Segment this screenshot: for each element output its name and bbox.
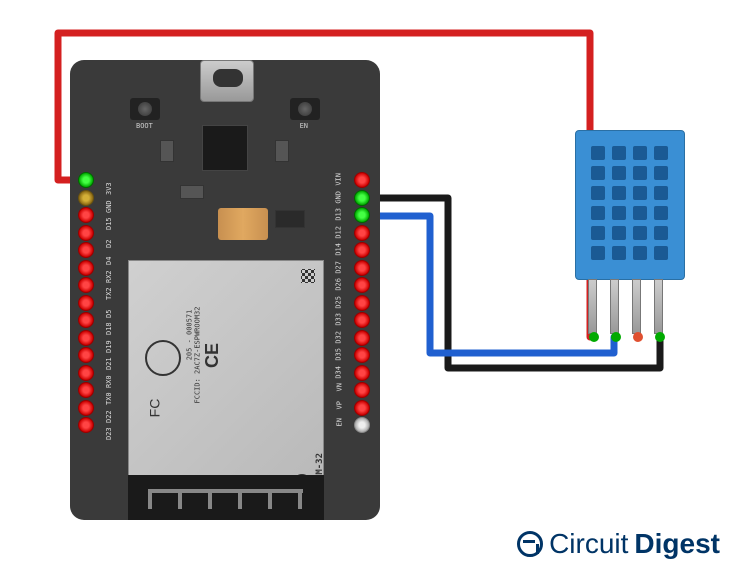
pin-rx0: RX0 <box>78 365 94 381</box>
qr-icon <box>301 269 315 283</box>
pin-vin: VIN <box>354 172 370 188</box>
wiring-diagram: BOOT EN 3V3 GND D15 D2 D4 RX2 TX2 D5 D18… <box>0 0 750 580</box>
dht-pin-data <box>610 279 619 334</box>
watermark: CircuitDigest <box>517 528 720 560</box>
boot-button <box>130 98 160 120</box>
watermark-text-1: Circuit <box>549 528 628 560</box>
pin-en-r: EN <box>354 417 370 433</box>
component <box>275 140 289 162</box>
pin-d23: D23 <box>78 417 94 433</box>
dht-pin-nc <box>632 279 641 334</box>
pin-d33: D33 <box>354 312 370 328</box>
pin-gnd-r: GND <box>354 190 370 206</box>
dht-pin-gnd <box>654 279 663 334</box>
pin-d2: D2 <box>78 225 94 241</box>
watermark-logo-icon <box>517 531 543 557</box>
regulator <box>275 210 305 228</box>
pin-vn: VN <box>354 382 370 398</box>
pin-d12: D12 <box>354 225 370 241</box>
pin-rx2: RX2 <box>78 260 94 276</box>
en-label: EN <box>300 122 308 130</box>
pin-d25: D25 <box>354 295 370 311</box>
watermark-text-2: Digest <box>634 528 720 560</box>
pin-d5: D5 <box>78 295 94 311</box>
fc-mark: FC <box>146 399 162 418</box>
pin-d14: D14 <box>354 242 370 258</box>
dht11-sensor <box>575 130 685 280</box>
pin-gnd-l: GND <box>78 190 94 206</box>
pin-tx2: TX2 <box>78 277 94 293</box>
en-button <box>290 98 320 120</box>
pin-tx0: TX0 <box>78 382 94 398</box>
pin-d18: D18 <box>78 312 94 328</box>
dht-vent-grid <box>591 146 669 260</box>
pin-d32: D32 <box>354 330 370 346</box>
pin-d22: D22 <box>78 400 94 416</box>
esp-wroom-module: ESP-WROOM-32 FCCID: 2AC7Z-ESPWROOM32 205… <box>128 260 324 505</box>
component <box>160 140 174 162</box>
left-pin-header: 3V3 GND D15 D2 D4 RX2 TX2 D5 D18 D19 D21… <box>78 172 96 435</box>
capacitor <box>218 208 268 240</box>
component <box>180 185 204 199</box>
pin-d21: D21 <box>78 347 94 363</box>
dht-pins <box>588 279 663 334</box>
boot-label: BOOT <box>136 122 153 130</box>
espressif-logo-icon <box>145 340 181 376</box>
pin-d13: D13 <box>354 207 370 223</box>
antenna-area <box>128 475 324 520</box>
ce-mark: CE <box>202 343 223 368</box>
right-pin-header: VIN GND D13 D12 D14 D27 D26 D25 D33 D32 … <box>354 172 372 435</box>
pin-d19: D19 <box>78 330 94 346</box>
pin-d15: D15 <box>78 207 94 223</box>
pin-d35: D35 <box>354 347 370 363</box>
pin-3v3: 3V3 <box>78 172 94 188</box>
usb-connector <box>200 60 254 102</box>
pin-d27: D27 <box>354 260 370 276</box>
dht-pin-vcc <box>588 279 597 334</box>
pin-d4: D4 <box>78 242 94 258</box>
pin-d26: D26 <box>354 277 370 293</box>
pin-vp: VP <box>354 400 370 416</box>
esp32-board: BOOT EN 3V3 GND D15 D2 D4 RX2 TX2 D5 D18… <box>70 60 380 520</box>
main-chip <box>202 125 248 171</box>
fcc-id: FCCID: 2AC7Z-ESPWROOM32 <box>193 307 201 404</box>
pin-d34: D34 <box>354 365 370 381</box>
part-number: 205 - 000571 <box>185 310 193 361</box>
